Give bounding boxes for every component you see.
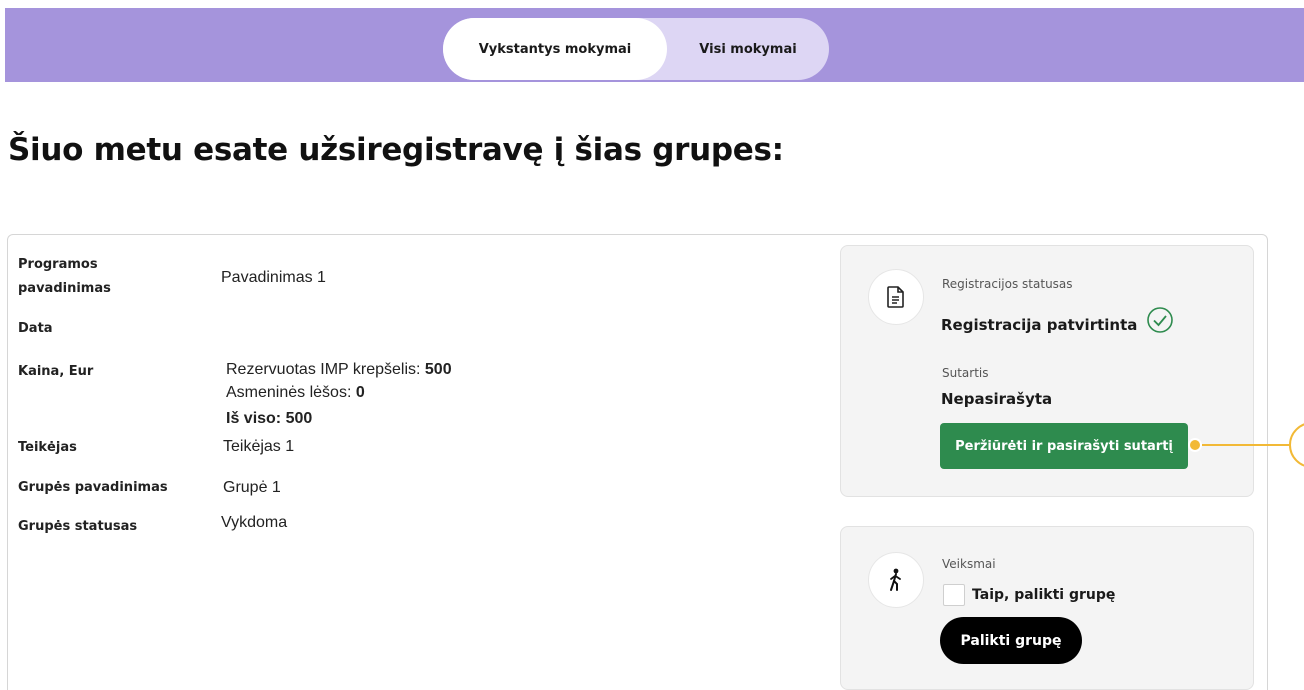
leave-group-checkbox[interactable] — [943, 584, 965, 606]
provider-value: Teikėjas 1 — [223, 438, 295, 455]
group-status-label: Grupės statusas — [18, 519, 138, 534]
check-circle-icon — [1146, 306, 1174, 338]
group-status-value: Vykdoma — [221, 514, 288, 531]
page-title: Šiuo metu esate užsiregistravę į šias gr… — [8, 132, 784, 168]
leave-group-button[interactable]: Palikti grupę — [940, 617, 1082, 664]
review-and-sign-contract-button[interactable]: Peržiūrėti ir pasirašyti sutartį — [940, 423, 1188, 469]
price-personal-funds: Asmeninės lėšos: 0 — [226, 384, 365, 401]
leave-group-checkbox-label[interactable]: Taip, palikti grupę — [972, 587, 1115, 603]
walking-person-icon — [868, 552, 924, 608]
group-name-label: Grupės pavadinimas — [18, 480, 168, 495]
program-name-label: Programos pavadinimas — [18, 257, 111, 296]
program-name-value: Pavadinimas 1 — [221, 269, 326, 286]
date-label: Data — [18, 321, 53, 336]
price-reserved-basket: Rezervuotas IMP krepšelis: 500 — [226, 361, 452, 378]
tab-ongoing-trainings[interactable]: Vykstantys mokymai — [443, 18, 667, 80]
registration-status-label: Registracijos statusas — [942, 277, 1073, 291]
contract-label: Sutartis — [942, 366, 989, 380]
price-label: Kaina, Eur — [18, 364, 94, 379]
provider-label: Teikėjas — [18, 440, 77, 455]
tab-all-trainings[interactable]: Visi mokymai — [667, 18, 829, 80]
highlight-marker — [1289, 422, 1304, 468]
tab-switcher: Vykstantys mokymai Visi mokymai — [443, 18, 829, 80]
actions-label: Veiksmai — [942, 557, 996, 571]
price-total: Iš viso: 500 — [226, 410, 313, 427]
registration-status-value: Registracija patvirtinta — [941, 316, 1138, 334]
group-name-value: Grupė 1 — [223, 479, 281, 496]
document-icon — [868, 269, 924, 325]
highlight-dot — [1188, 438, 1202, 452]
contract-status-value: Nepasirašyta — [941, 390, 1053, 408]
highlight-connector-line — [1202, 444, 1290, 446]
actions-panel — [840, 526, 1254, 690]
